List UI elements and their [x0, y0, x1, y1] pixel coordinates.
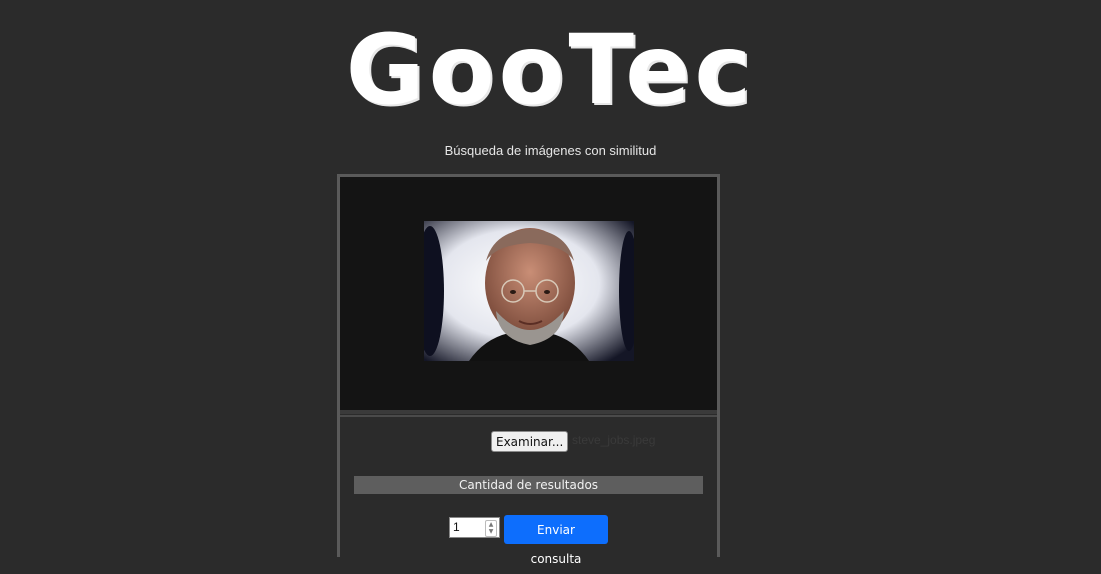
image-preview-area — [340, 177, 717, 414]
results-quantity-input[interactable]: 1 ▲ ▼ — [449, 517, 500, 538]
submit-query-button[interactable]: Enviar consulta — [504, 515, 608, 566]
quantity-value: 1 — [453, 520, 460, 534]
logo: GooTec — [345, 14, 756, 126]
page-subtitle: Búsqueda de imágenes con similitud — [444, 143, 657, 158]
browse-file-button[interactable]: Examinar... — [491, 431, 569, 452]
results-count-label: Cantidad de resultados — [354, 476, 703, 494]
preview-image — [424, 221, 634, 361]
portrait-photo-icon — [424, 221, 634, 361]
search-form: Examinar... steve_jobs.jpeg Cantidad de … — [340, 415, 717, 566]
selected-file-name: steve_jobs.jpeg — [572, 433, 656, 447]
search-panel: Examinar... steve_jobs.jpeg Cantidad de … — [337, 174, 720, 566]
spinner-arrows-icon[interactable]: ▲ ▼ — [485, 520, 497, 537]
